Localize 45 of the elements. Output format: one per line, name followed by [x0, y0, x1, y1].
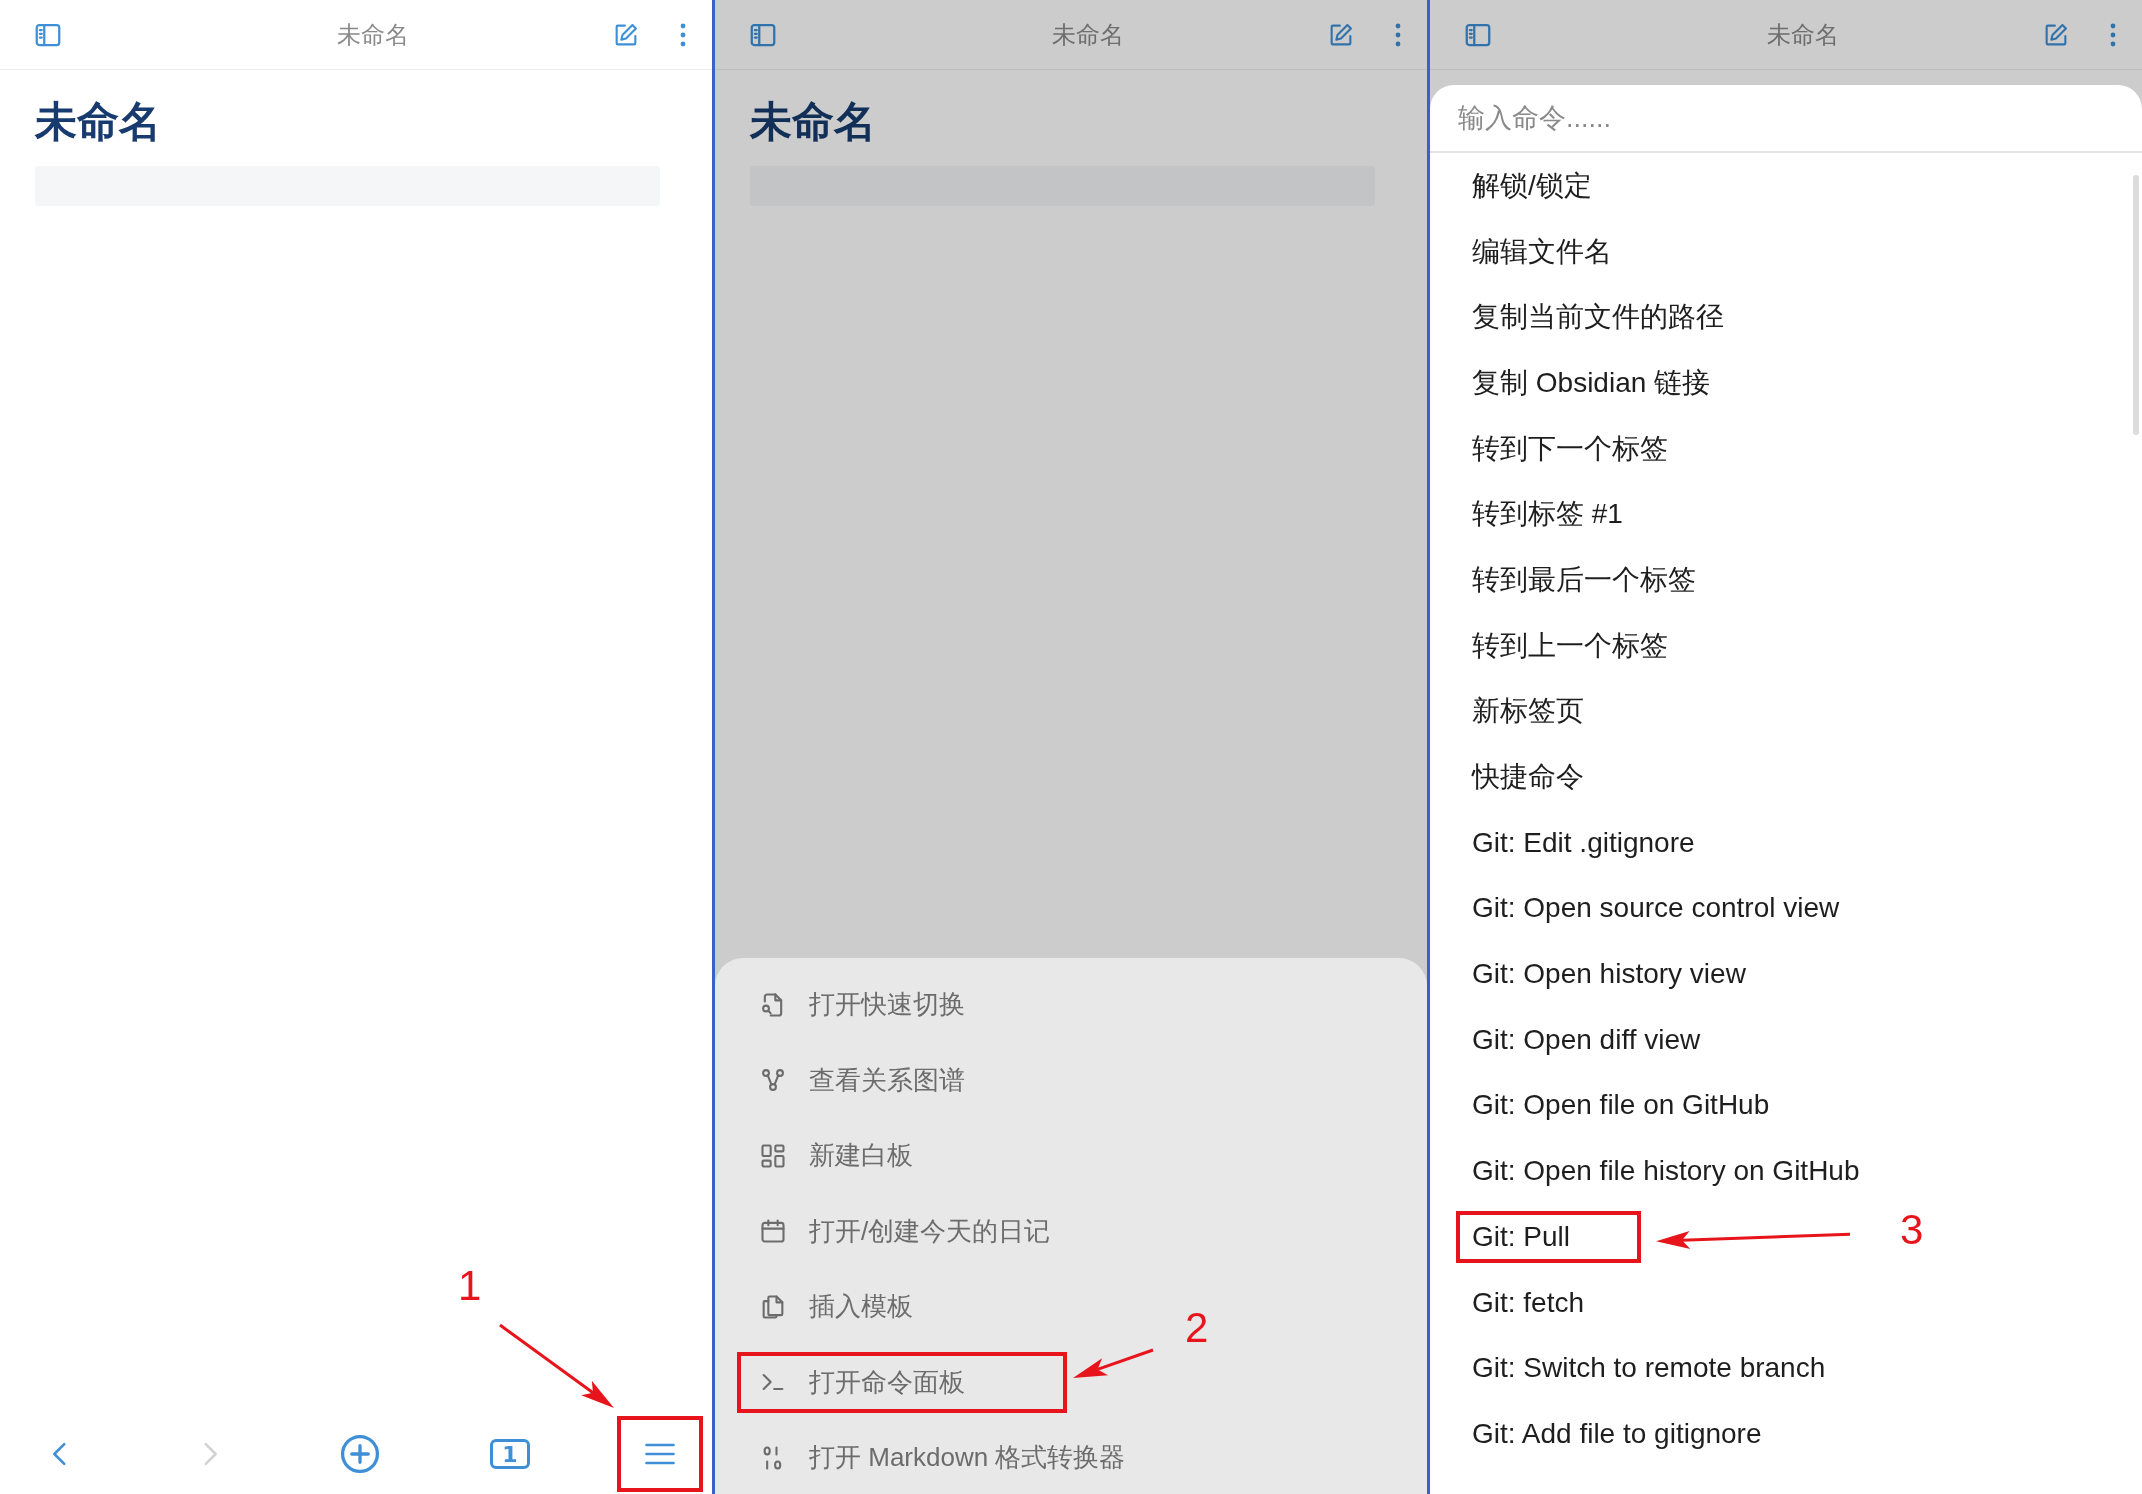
note-heading: 未命名 [35, 97, 162, 147]
step-number: 1 [458, 1262, 482, 1310]
note-title: 未命名 [335, 19, 410, 50]
command-item[interactable]: Git: Switch to remote branch [1460, 1346, 1838, 1391]
step-number: 2 [1185, 1304, 1209, 1352]
command-item[interactable]: Git: Open source control view [1460, 886, 1852, 931]
command-item[interactable]: Git: fetch [1460, 1280, 1597, 1325]
command-item[interactable]: Git: Open diff view [1460, 1017, 1713, 1062]
menu-item[interactable]: 打开命令面板 [739, 1353, 1065, 1411]
command-item[interactable]: Git: Open file history on GitHub [1460, 1149, 1872, 1194]
more-options-button[interactable] [680, 22, 686, 47]
menu-item[interactable]: 查看关系图谱 [739, 1051, 1065, 1109]
command-item[interactable]: Git: Open file on GitHub [1460, 1083, 1782, 1128]
command-item[interactable]: 复制当前文件的路径 [1460, 295, 1736, 340]
more-icon [1395, 22, 1401, 47]
menu-button[interactable] [617, 1416, 703, 1492]
menu-item[interactable]: 打开 Markdown 格式转换器 [739, 1429, 1226, 1487]
step-number: 3 [1900, 1206, 1924, 1254]
menu-item[interactable]: 新建白板 [739, 1127, 1013, 1185]
command-item[interactable]: 复制 Obsidian 链接 [1460, 360, 1723, 405]
command-item[interactable]: 转到最后一个标签 [1460, 557, 1708, 602]
calendar-icon [759, 1217, 787, 1246]
menu-item[interactable]: 打开/创建今天的日记 [739, 1202, 1151, 1260]
command-item[interactable]: 快捷命令 [1460, 755, 1596, 800]
command-item[interactable]: 新标签页 [1460, 689, 1596, 734]
command-item[interactable]: 编辑文件名 [1460, 229, 1624, 274]
command-item[interactable]: 解锁/锁定 [1460, 163, 1604, 208]
more-icon [680, 22, 686, 47]
more-options-button[interactable] [2110, 22, 2116, 47]
command-item[interactable]: Git: Add file to gitignore [1460, 1411, 1774, 1456]
grid-icon [759, 1141, 787, 1170]
more-icon [2110, 22, 2116, 47]
note-title: 未命名 [1050, 19, 1125, 50]
scrollbar[interactable] [2133, 175, 2139, 435]
note-heading: 未命名 [750, 97, 877, 147]
command-item[interactable]: 转到上一个标签 [1460, 623, 1680, 668]
command-item[interactable]: Git: Edit .gitignore [1460, 820, 1707, 865]
menu-item[interactable]: 打开快速切换 [739, 976, 1065, 1034]
menu-item[interactable]: 插入模板 [739, 1278, 1013, 1336]
command-item[interactable]: 转到下一个标签 [1460, 426, 1680, 471]
command-search-field[interactable]: 输入命令...... [1430, 85, 2142, 153]
command-item[interactable]: Git: Open history view [1460, 952, 1758, 997]
more-options-button[interactable] [1395, 22, 1401, 47]
note-title: 未命名 [1765, 19, 1840, 50]
command-item[interactable]: 转到标签 #1 [1460, 492, 1635, 537]
